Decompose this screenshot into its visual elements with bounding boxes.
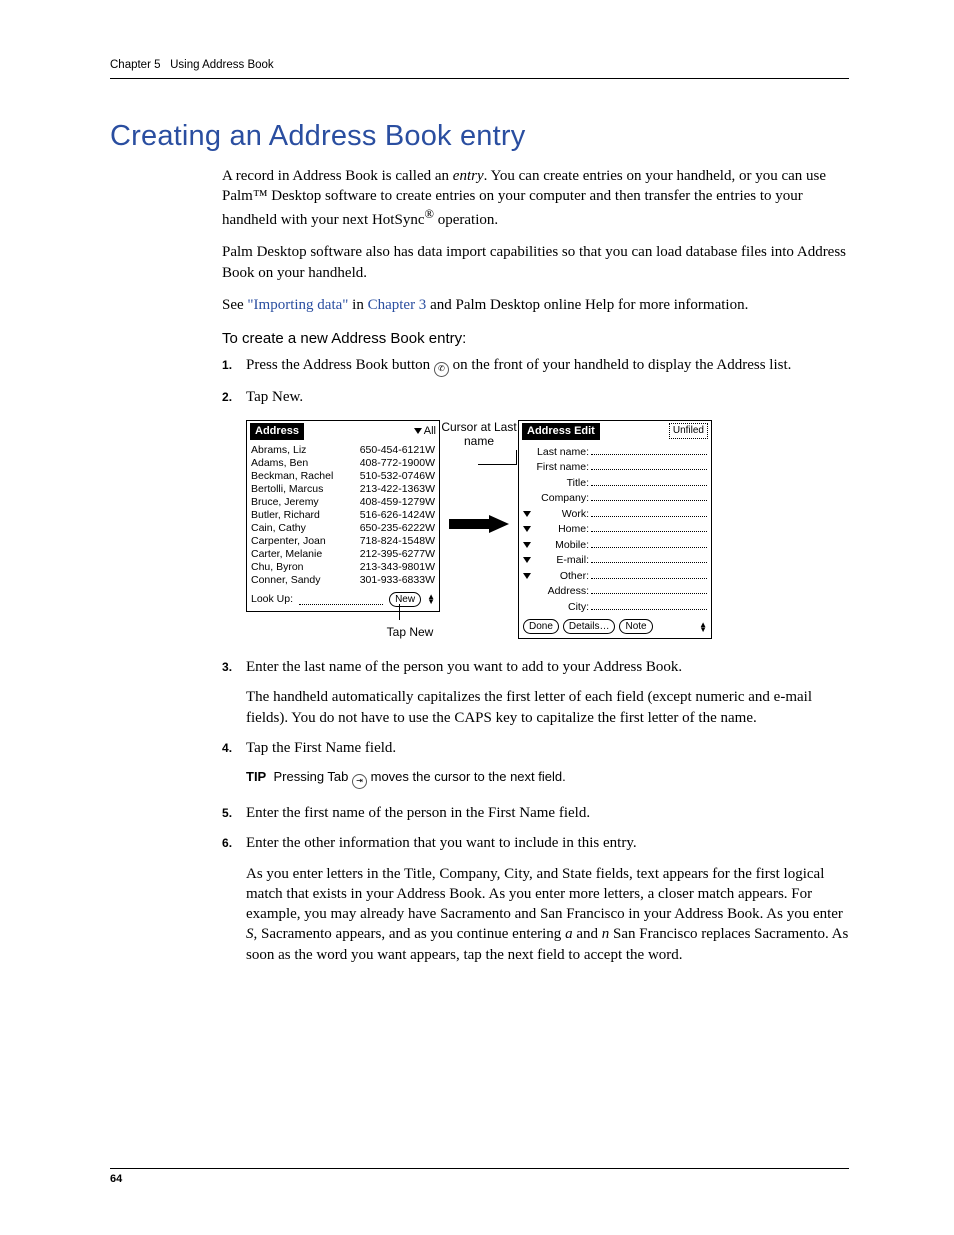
- field-label: Other:: [531, 570, 591, 584]
- field-input-line[interactable]: [591, 568, 707, 579]
- field-dropdown-icon[interactable]: [523, 539, 531, 553]
- address-list-row[interactable]: Abrams, Liz650-454-6121W: [251, 444, 435, 457]
- link-chapter-3[interactable]: Chapter 3: [368, 297, 427, 313]
- field-input-line[interactable]: [591, 475, 707, 486]
- link-importing-data[interactable]: "Importing data": [247, 297, 348, 313]
- field-input-line[interactable]: [591, 552, 707, 563]
- edit-fields: Last name:First name: Title:Company: Work:…: [519, 442, 711, 617]
- step-1: Press the Address Book button ✆ on the f…: [222, 355, 849, 377]
- address-list-row[interactable]: Chu, Byron213-343-9801W: [251, 561, 435, 574]
- edit-field-row: Address:: [523, 583, 707, 599]
- address-list-row[interactable]: Bertolli, Marcus213-422-1363W: [251, 483, 435, 496]
- edit-field-row: Mobile:: [523, 537, 707, 553]
- done-button[interactable]: Done: [523, 619, 559, 634]
- tab-key-icon: ⇥: [352, 774, 367, 789]
- address-list-row[interactable]: Carter, Melanie212-395-6277W: [251, 548, 435, 561]
- scroll-arrows-icon[interactable]: ▲▼: [699, 622, 707, 632]
- lookup-field[interactable]: [299, 594, 383, 605]
- field-label: City:: [531, 601, 591, 615]
- field-input-line[interactable]: [591, 521, 707, 532]
- page-number: 64: [110, 1168, 849, 1187]
- category-selector[interactable]: All: [414, 424, 436, 439]
- field-input-line[interactable]: [591, 599, 707, 610]
- field-label: Title:: [531, 477, 591, 491]
- edit-field-row: City:: [523, 599, 707, 615]
- field-input-line[interactable]: [591, 583, 707, 594]
- figure-address-screens: Address All Abrams, Liz650-454-6121WAdam…: [246, 420, 849, 639]
- details-button[interactable]: Details…: [563, 619, 616, 634]
- palm-address-list-screen: Address All Abrams, Liz650-454-6121WAdam…: [246, 420, 440, 612]
- chapter-label: Chapter 5: [110, 59, 161, 71]
- screen-title-address: Address: [250, 423, 304, 440]
- edit-field-row: E-mail:: [523, 552, 707, 568]
- address-list-row[interactable]: Adams, Ben408-772-1900W: [251, 457, 435, 470]
- field-input-line[interactable]: [591, 506, 707, 517]
- step-3: Enter the last name of the person you wa…: [222, 657, 849, 728]
- step-3-note: The handheld automatically capitalizes t…: [246, 687, 849, 728]
- address-list-row[interactable]: Beckman, Rachel510-532-0746W: [251, 470, 435, 483]
- field-label: E-mail:: [531, 554, 591, 568]
- registered-symbol: ®: [424, 207, 434, 221]
- edit-field-row: Last name:: [523, 444, 707, 460]
- field-label: Home:: [531, 523, 591, 537]
- address-book-button-icon: ✆: [434, 362, 449, 377]
- scroll-arrows-icon[interactable]: ▲▼: [427, 594, 435, 604]
- field-dropdown-icon[interactable]: [523, 570, 531, 584]
- address-list-row[interactable]: Bruce, Jeremy408-459-1279W: [251, 496, 435, 509]
- address-list: Abrams, Liz650-454-6121WAdams, Ben408-77…: [247, 442, 439, 589]
- section-title: Creating an Address Book entry: [110, 117, 849, 156]
- new-button[interactable]: New: [389, 592, 421, 607]
- note-button[interactable]: Note: [619, 619, 652, 634]
- edit-field-row: Company:: [523, 490, 707, 506]
- step-6-note: As you enter letters in the Title, Compa…: [246, 864, 849, 965]
- field-label: Company:: [531, 492, 591, 506]
- running-header: Chapter 5 Using Address Book: [110, 58, 849, 79]
- palm-address-edit-screen: Address Edit Unfiled Last name:First nam…: [518, 420, 712, 639]
- step-5: Enter the first name of the person in th…: [222, 803, 849, 823]
- procedure-heading: To create a new Address Book entry:: [222, 329, 849, 349]
- field-dropdown-icon[interactable]: [523, 523, 531, 537]
- field-input-line[interactable]: [591, 490, 707, 501]
- field-label: Address:: [531, 585, 591, 599]
- edit-field-row: Title:: [523, 475, 707, 491]
- step-2: Tap New. Address All Abrams, Liz650-454-…: [222, 387, 849, 639]
- step-6: Enter the other information that you wan…: [222, 833, 849, 965]
- field-label: Last name:: [531, 446, 591, 460]
- field-label: First name:: [531, 461, 591, 475]
- callout-tap-new: Tap New: [370, 624, 450, 640]
- edit-field-row: Work:: [523, 506, 707, 522]
- field-dropdown-icon[interactable]: [523, 554, 531, 568]
- figure-callouts: Cursor at Last name Tap New: [440, 420, 518, 534]
- field-input-line[interactable]: [591, 444, 707, 455]
- dropdown-icon: [414, 428, 422, 434]
- edit-field-row: First name:: [523, 459, 707, 475]
- callout-cursor-label: Cursor at Last name: [440, 420, 518, 449]
- address-list-row[interactable]: Carpenter, Joan718-824-1548W: [251, 535, 435, 548]
- step-4: Tap the First Name field. TIP Pressing T…: [222, 738, 849, 789]
- lookup-label: Look Up:: [251, 592, 293, 606]
- intro-p1: A record in Address Book is called an en…: [222, 166, 849, 231]
- arrow-icon: [440, 515, 518, 533]
- field-label: Work:: [531, 508, 591, 522]
- address-list-row[interactable]: Conner, Sandy301-933-6833W: [251, 574, 435, 587]
- edit-field-row: Home:: [523, 521, 707, 537]
- address-list-row[interactable]: Butler, Richard516-626-1424W: [251, 509, 435, 522]
- tip: TIP Pressing Tab ⇥ moves the cursor to t…: [246, 768, 849, 789]
- intro-p3: See "Importing data" in Chapter 3 and Pa…: [222, 295, 849, 315]
- category-unfiled[interactable]: Unfiled: [669, 423, 708, 439]
- address-list-row[interactable]: Cain, Cathy650-235-6222W: [251, 522, 435, 535]
- field-label: Mobile:: [531, 539, 591, 553]
- field-input-line[interactable]: [591, 459, 707, 470]
- field-input-line[interactable]: [591, 537, 707, 548]
- chapter-title: Using Address Book: [170, 59, 274, 71]
- intro-p2: Palm Desktop software also has data impo…: [222, 242, 849, 283]
- field-dropdown-icon[interactable]: [523, 508, 531, 522]
- edit-field-row: Other:: [523, 568, 707, 584]
- screen-title-edit: Address Edit: [522, 423, 600, 440]
